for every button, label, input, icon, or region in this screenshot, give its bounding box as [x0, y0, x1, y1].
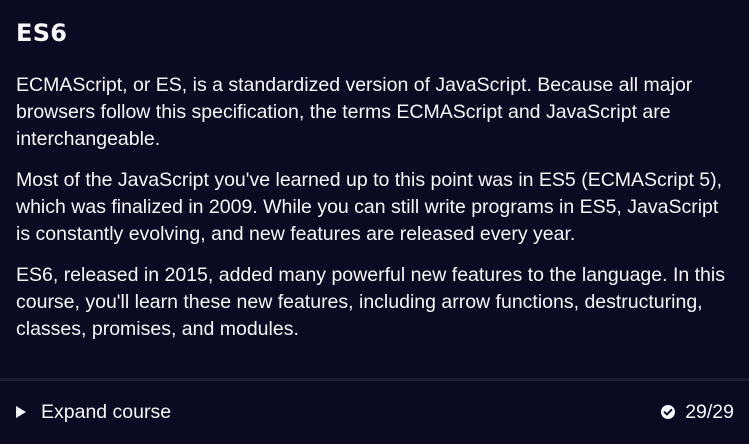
- course-footer: Expand course 29/29: [0, 381, 749, 444]
- course-title: ES6: [16, 19, 68, 47]
- description-paragraph: ECMAScript, or ES, is a standardized ver…: [16, 74, 693, 150]
- caret-right-icon: [16, 406, 26, 418]
- progress-count: 29/29: [685, 400, 734, 423]
- course-description: ES6 ECMAScript, or ES, is a standardized…: [0, 0, 749, 380]
- description-paragraph: ES6, released in 2015, added many powerf…: [16, 264, 725, 340]
- description-paragraph: Most of the JavaScript you've learned up…: [16, 169, 723, 245]
- course-progress: 29/29: [661, 398, 734, 426]
- expand-course-button[interactable]: Expand course: [14, 398, 171, 426]
- course-card: ES6 ECMAScript, or ES, is a standardized…: [0, 0, 749, 444]
- expand-course-label: Expand course: [41, 400, 172, 423]
- check-circle-icon: [661, 405, 676, 419]
